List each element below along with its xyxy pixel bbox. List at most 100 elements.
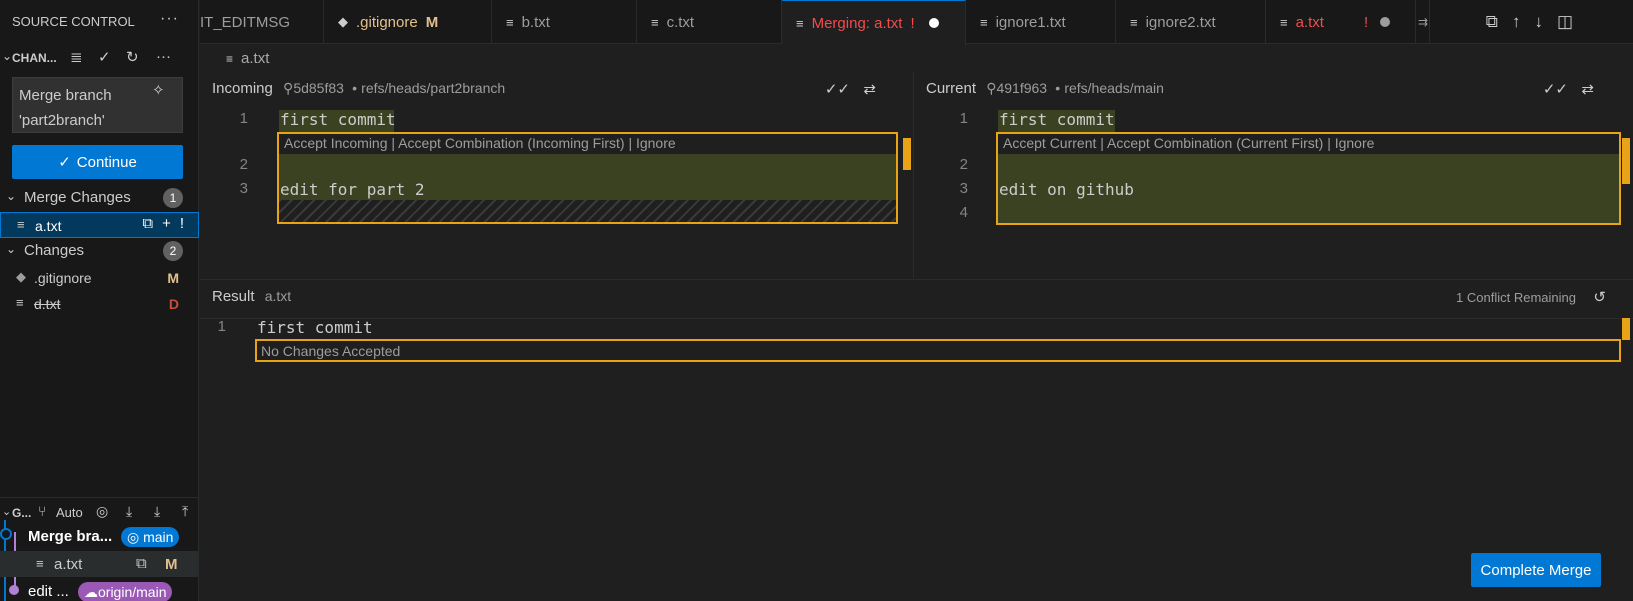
file-lines-icon: ≡ [16, 295, 24, 310]
graph-commit-merge[interactable]: Merge bra... ◎ main [0, 524, 199, 550]
changes-group[interactable]: ⌄ Changes 2 [0, 238, 199, 264]
modified-badge: M [167, 270, 179, 286]
view-as-list-icon[interactable]: ≣ [70, 48, 83, 66]
breadcrumb[interactable]: ≡ a.txt [226, 50, 269, 67]
chevron-down-icon: ⌄ [6, 189, 17, 203]
git-diamond-icon: ◆ [338, 14, 348, 29]
file-name: a.txt [54, 556, 83, 573]
fetch-icon[interactable]: ⤓ [126, 503, 132, 520]
graph-file-a-txt[interactable]: ≡ a.txt ⧉ M [0, 551, 199, 577]
file-name: .gitignore [34, 270, 92, 286]
tab-label: .gitignore [356, 13, 418, 31]
pull-icon[interactable]: ⤓ [154, 503, 160, 520]
tab-ignore1-txt[interactable]: ≡ ignore1.txt [966, 0, 1116, 44]
incoming-title: Incoming [212, 80, 273, 97]
line-number: 2 [239, 156, 248, 173]
tab-c-txt[interactable]: ≡ c.txt [637, 0, 782, 44]
accept-all-icon[interactable]: ✓✓ [825, 80, 850, 98]
line-number: 1 [959, 110, 968, 127]
stage-plus-icon[interactable]: + [162, 215, 171, 232]
editor-line[interactable]: first commit [280, 110, 396, 132]
split-editor-icon[interactable]: ◫ [1557, 12, 1573, 32]
accept-all-icon[interactable]: ✓✓ [1543, 80, 1568, 98]
ref-chip-main: ◎ main [121, 527, 180, 547]
conflict-badge: ! [910, 14, 915, 32]
target-icon[interactable]: ◎ [96, 503, 108, 520]
tab-label: c.txt [666, 13, 695, 31]
open-file-icon[interactable]: ⧉ [142, 215, 153, 232]
merge-changes-count: 1 [163, 188, 183, 208]
unsaved-dot-icon[interactable] [928, 18, 939, 28]
tab-commit-editmsg[interactable]: IT_EDITMSG [200, 0, 324, 44]
open-file-icon[interactable]: ⧉ [136, 555, 147, 572]
file-lines-icon: ≡ [796, 15, 804, 31]
changes-section-label: CHAN... [12, 51, 57, 65]
arrow-up-icon[interactable]: ↑ [1512, 12, 1521, 32]
tab-b-txt[interactable]: ≡ b.txt [492, 0, 637, 44]
editor-line[interactable]: first commit [999, 110, 1115, 132]
deleted-badge: D [168, 296, 179, 312]
line-number: 1 [217, 318, 226, 335]
changes-section-header[interactable]: ⌄ CHAN... ≣ ✓ ↻ ··· [0, 48, 199, 70]
commit-message: edit ... [28, 583, 69, 600]
incoming-header: Incoming ⚲5d85f83 • refs/heads/part2bran… [212, 80, 900, 106]
changes-label: Changes [24, 242, 85, 259]
chevron-down-icon: ⌄ [2, 49, 13, 63]
editor-actions: ⧉ ↑ ↓ ◫ [1486, 0, 1633, 44]
tab-label: b.txt [521, 13, 550, 31]
line-number: 3 [239, 180, 248, 197]
more-actions-icon[interactable]: ··· [160, 10, 179, 28]
incoming-commit[interactable]: 5d85f83 [293, 80, 344, 96]
commit-icon: ⚲ [986, 80, 997, 96]
auto-label[interactable]: Auto [56, 505, 83, 520]
graph-section: ⌄ G... ⑂ Auto ◎ ⤓ ⤓ ⤒ Merge bra... ◎ mai… [0, 497, 199, 601]
editor-line[interactable]: edit on github [999, 180, 1134, 202]
open-file-icon[interactable]: ⧉ [1486, 12, 1498, 32]
unsaved-dot-icon[interactable] [1380, 17, 1391, 27]
editor-line[interactable]: edit for part 2 [280, 180, 425, 202]
sparkle-icon[interactable]: ✧ [152, 81, 165, 99]
conflict-badge: ! [179, 215, 184, 232]
result-header-divider [200, 318, 1633, 319]
line-number: 1 [239, 110, 248, 127]
result-header: Result a.txt 1 Conflict Remaining ↺ [212, 288, 1612, 314]
tab-overflow[interactable]: ⇉ [1416, 0, 1430, 44]
tab-label: ignore2.txt [1145, 13, 1216, 31]
more-icon[interactable]: ··· [156, 48, 171, 65]
merge-changes-group[interactable]: ⌄ Merge Changes 1 [0, 185, 199, 211]
change-file-gitignore[interactable]: ◆ .gitignore M [0, 265, 199, 291]
graph-commit-edit[interactable]: edit ... ☁origin/main [0, 577, 199, 601]
result-divider[interactable] [200, 279, 1633, 280]
change-file-d-txt[interactable]: ≡ d.txt D [0, 291, 199, 317]
incoming-scroll-marker [903, 138, 911, 170]
compare-icon[interactable]: ⇄ [863, 80, 876, 98]
commit-check-icon[interactable]: ✓ [98, 48, 111, 66]
file-lines-icon: ≡ [226, 52, 234, 66]
refresh-icon[interactable]: ↻ [126, 48, 139, 66]
tab-merging-a-txt[interactable]: ≡ Merging: a.txt ! [782, 0, 966, 45]
branch-icon[interactable]: ⑂ [38, 503, 46, 519]
separator-dot: • [1055, 80, 1061, 96]
tab-ignore2-txt[interactable]: ≡ ignore2.txt [1116, 0, 1266, 44]
ref-chip-origin-main: ☁origin/main [78, 582, 173, 601]
editor-line[interactable]: first commit [257, 318, 373, 340]
continue-button[interactable]: ✓ Continue [12, 145, 183, 179]
tab-gitignore[interactable]: ◆ .gitignore M [324, 0, 492, 44]
tab-a-txt[interactable]: ≡ a.txt ! [1266, 0, 1416, 44]
continue-label: Continue [76, 153, 137, 171]
changes-count: 2 [163, 241, 183, 261]
cloud-icon: ☁ [84, 584, 98, 600]
file-lines-icon: ≡ [1280, 14, 1288, 30]
pane-divider[interactable] [913, 72, 914, 278]
file-lines-icon: ≡ [980, 14, 988, 30]
push-icon[interactable]: ⤒ [182, 503, 188, 520]
merge-file-a-txt[interactable]: ≡ a.txt ⧉ + ! [0, 212, 199, 238]
current-commit[interactable]: 491f963 [996, 80, 1047, 96]
reset-icon[interactable]: ↺ [1593, 288, 1606, 306]
complete-merge-button[interactable]: Complete Merge [1471, 553, 1601, 587]
current-code-lens[interactable]: Accept Current | Accept Combination (Cur… [1003, 135, 1374, 151]
graph-header[interactable]: ⌄ G... ⑂ Auto ◎ ⤓ ⤓ ⤒ [0, 502, 199, 524]
incoming-code-lens[interactable]: Accept Incoming | Accept Combination (In… [284, 135, 676, 151]
arrow-down-icon[interactable]: ↓ [1534, 12, 1543, 32]
compare-icon[interactable]: ⇄ [1581, 80, 1594, 98]
